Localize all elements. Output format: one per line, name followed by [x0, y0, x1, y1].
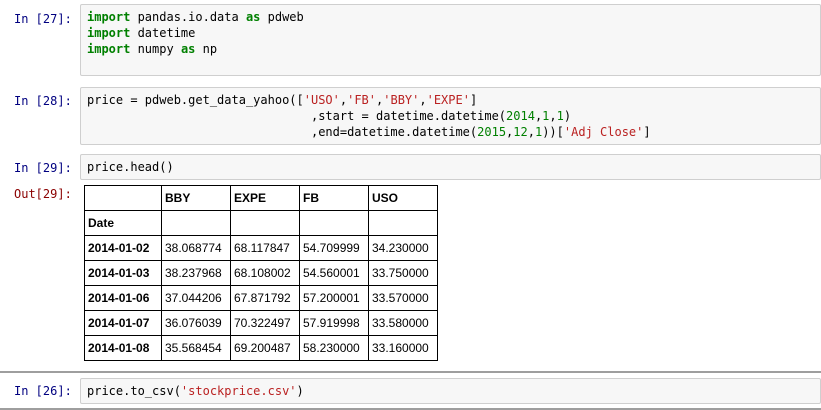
- code-token: price.head(): [87, 160, 174, 174]
- table-row: 2014-01-03 38.237968 68.108002 54.560001 33.…: [84, 260, 438, 286]
- code-token: ,: [419, 93, 427, 107]
- code-token: import: [87, 42, 131, 56]
- code-token: pdweb: [260, 10, 304, 24]
- table-corner-cell: [84, 185, 162, 211]
- table-cell: 37.044206: [161, 285, 231, 311]
- table-cell: 69.200487: [230, 335, 300, 361]
- table-cell: 68.117847: [230, 235, 300, 261]
- input-prompt: In [29]:: [14, 161, 72, 175]
- table-row: 2014-01-07 36.076039 70.322497 57.919998 33.…: [84, 310, 438, 336]
- code-token: ]: [469, 93, 478, 107]
- table-cell: 68.108002: [230, 260, 300, 286]
- table-row: 2014-01-02 38.068774 68.117847 54.709999 34.…: [84, 235, 438, 261]
- table-cell: 57.919998: [299, 310, 369, 336]
- code-editor[interactable]: price.head(): [80, 154, 821, 180]
- index-name-header: Date: [84, 210, 162, 236]
- row-index-cell: 2014-01-08: [84, 335, 162, 361]
- table-row: 2014-01-08 35.568454 69.200487 58.230000 33.…: [84, 335, 438, 361]
- code-token: price.to_csv(: [87, 384, 181, 398]
- code-token: 'Adj Close': [563, 125, 644, 139]
- code-token: as: [245, 10, 261, 24]
- input-prompt: In [26]:: [14, 384, 72, 398]
- code-token: 'FB': [347, 93, 377, 107]
- table-cell: 58.230000: [299, 335, 369, 361]
- table-cell: 36.076039: [161, 310, 231, 336]
- code-line: ,start = datetime.datetime(2014,1,1): [87, 108, 814, 124]
- code-token: 12: [513, 125, 528, 139]
- code-token: import: [87, 26, 131, 40]
- code-line: import datetime: [87, 25, 814, 41]
- table-cell: 54.560001: [299, 260, 369, 286]
- code-token: ,: [549, 109, 557, 123]
- code-line: ,end=datetime.datetime(2015,12,1))['Adj …: [87, 124, 814, 140]
- row-index-cell: 2014-01-07: [84, 310, 162, 336]
- code-token: ,start = datetime.datetime(: [87, 109, 507, 123]
- code-token: datetime: [130, 26, 196, 40]
- code-token: ]: [643, 125, 651, 139]
- table-cell: 57.200001: [299, 285, 369, 311]
- row-index-cell: 2014-01-06: [84, 285, 162, 311]
- code-token: np: [195, 42, 218, 56]
- code-editor[interactable]: price = pdweb.get_data_yahoo(['USO', 'FB'…: [80, 87, 821, 145]
- table-cell: 38.068774: [161, 235, 231, 261]
- table-cell: 33.580000: [368, 310, 438, 336]
- code-line: price.to_csv('stockprice.csv'): [87, 383, 814, 399]
- code-line: price.head(): [87, 159, 814, 175]
- code-token: 'EXPE': [426, 93, 470, 107]
- table-cell: 33.160000: [368, 335, 438, 361]
- code-token: 'stockprice.csv': [180, 384, 297, 398]
- row-index-cell: 2014-01-02: [84, 235, 162, 261]
- input-prompt: In [28]:: [14, 94, 72, 108]
- code-token: 2015: [477, 125, 507, 139]
- code-token: ): [563, 109, 572, 123]
- column-header: EXPE: [230, 185, 300, 211]
- code-token: ,: [527, 125, 535, 139]
- code-token: import: [87, 10, 131, 24]
- code-editor[interactable]: price.to_csv('stockprice.csv'): [80, 378, 821, 404]
- table-row: 2014-01-06 37.044206 67.871792 57.200001 33.…: [84, 285, 438, 311]
- code-token: ,end=datetime.datetime(: [87, 125, 478, 139]
- code-token: ))[: [542, 125, 564, 139]
- table-cell: 35.568454: [161, 335, 231, 361]
- code-token: 'USO': [303, 93, 340, 107]
- code-line: import numpy as np: [87, 41, 814, 57]
- dataframe-table: BBY EXPE FB USO Date 2014-01-02 38.068774…: [84, 185, 438, 361]
- table-cell: 70.322497: [230, 310, 300, 336]
- output-prompt: Out[29]:: [14, 187, 72, 201]
- code-editor[interactable]: import pandas.io.data as pdweb import dat…: [80, 4, 821, 76]
- code-token: 'BBY': [383, 93, 420, 107]
- column-header: BBY: [161, 185, 231, 211]
- table-header-row: BBY EXPE FB USO: [84, 185, 438, 211]
- code-token: price = pdweb.get_data_yahoo([: [87, 93, 304, 107]
- code-token: 1: [556, 109, 564, 123]
- code-token: 2014: [506, 109, 535, 123]
- table-cell: 54.709999: [299, 235, 369, 261]
- input-prompt: In [27]:: [14, 12, 72, 26]
- code-line: import pandas.io.data as pdweb: [87, 9, 814, 25]
- row-index-cell: 2014-01-03: [84, 260, 162, 286]
- code-token: ): [296, 384, 304, 398]
- cell-separator: [0, 371, 821, 373]
- table-cell: 34.230000: [368, 235, 438, 261]
- code-line: price = pdweb.get_data_yahoo(['USO', 'FB'…: [87, 92, 814, 108]
- table-cell: 38.237968: [161, 260, 231, 286]
- table-cell: 33.570000: [368, 285, 438, 311]
- code-token: pandas.io.data: [130, 10, 246, 24]
- code-token: as: [180, 42, 196, 56]
- index-name-row: Date: [84, 210, 438, 236]
- column-header: FB: [299, 185, 369, 211]
- column-header: USO: [368, 185, 438, 211]
- table-cell: 33.750000: [368, 260, 438, 286]
- table-cell: 67.871792: [230, 285, 300, 311]
- code-token: numpy: [130, 42, 181, 56]
